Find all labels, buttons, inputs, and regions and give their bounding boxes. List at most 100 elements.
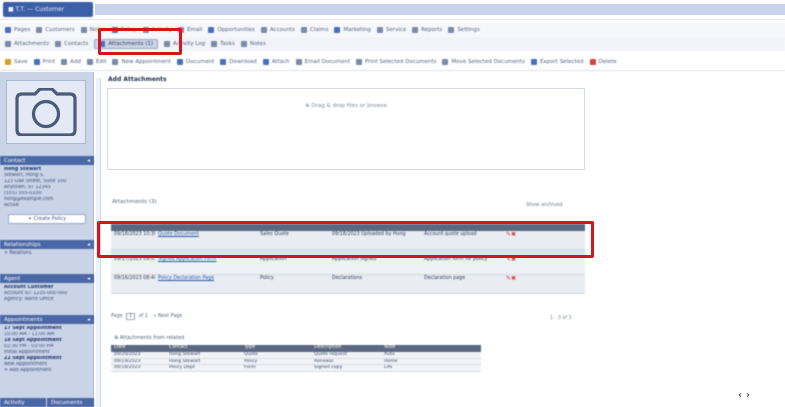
nav-reports[interactable]: Reports — [412, 27, 442, 33]
contact-photo-placeholder[interactable] — [6, 80, 86, 144]
move-selected-button[interactable]: Move Selected Documents — [442, 58, 525, 65]
sidebar-contact-section: Contact ◂ Hong Stewart Stewart, Hong S. 1… — [0, 156, 94, 227]
print-icon — [33, 58, 40, 65]
column-header[interactable]: Contact — [166, 345, 241, 352]
sidebar-relationships-section: Relationships ◂ + Relations — [0, 240, 94, 259]
move-icon — [442, 58, 449, 65]
agent-line: Agency: North Office — [4, 297, 54, 302]
next-page-button[interactable]: » Next Page — [153, 314, 182, 319]
doc-icon — [5, 27, 11, 33]
sidebar-agent-header[interactable]: Agent ◂ — [0, 274, 94, 283]
column-header[interactable]: Type — [241, 345, 311, 352]
sidebar-contact-header[interactable]: Contact ◂ — [0, 156, 94, 165]
cell: Life — [384, 365, 393, 370]
save-button[interactable]: Save — [5, 58, 28, 65]
pager-summary: 1 - 3 of 3 — [550, 316, 572, 321]
next-arrow-icon[interactable]: › — [746, 390, 754, 401]
collapse-icon[interactable]: ◂ — [87, 242, 90, 248]
doc-title-link[interactable]: Policy Declaration Page — [158, 276, 214, 281]
delete-button[interactable]: Delete — [589, 58, 617, 65]
upload-hint[interactable]: ⊕ Drag & drop files or browse — [108, 103, 584, 109]
page-number-input[interactable]: 1 — [126, 313, 136, 320]
table-row[interactable]: 09/17/2023 09:05am Signed Application Fo… — [111, 256, 585, 275]
chart-icon — [208, 27, 215, 33]
nav-pages[interactable]: Pages — [5, 27, 30, 33]
cell: 09/18/2023 — [114, 365, 141, 370]
cell: Signed copy — [314, 365, 343, 370]
create-policy-button[interactable]: + Create Policy — [8, 214, 86, 224]
print-button[interactable]: Print — [33, 58, 55, 65]
export-selected-button[interactable]: Export Selected — [530, 58, 584, 65]
cell: 09/20/2023 — [114, 352, 141, 357]
folder-icon — [376, 27, 383, 33]
title-bar: ■ T.T. — Customer — [0, 0, 785, 20]
sidebar-appointments-header[interactable]: Appointments ◂ — [0, 315, 94, 324]
note-icon — [80, 27, 87, 33]
edit-button[interactable]: Edit — [86, 58, 106, 65]
previous-arrow-icon[interactable]: ‹ — [738, 390, 746, 401]
slide-navigation: ‹› — [738, 390, 754, 401]
plus-icon — [61, 58, 68, 65]
collapse-icon[interactable]: ◂ — [87, 158, 90, 164]
nav-claims[interactable]: Claims — [300, 27, 328, 33]
nav-settings[interactable]: Settings — [448, 27, 480, 33]
edit-icon — [86, 58, 93, 65]
nav-service[interactable]: Service — [376, 27, 406, 33]
table-row[interactable]: 09/16/2023 08:40am Policy Declaration Pa… — [111, 275, 585, 294]
related-attachments-title[interactable]: ⊕ Attachments from related — [114, 335, 184, 341]
sidebar-bottom-tabs: Activity Documents — [0, 398, 94, 407]
mail-icon — [295, 58, 302, 65]
column-header[interactable]: Note — [381, 345, 481, 352]
collapse-icon[interactable]: ◂ — [87, 276, 90, 282]
doc-note: Declaration page — [424, 276, 466, 281]
nav-marketing[interactable]: Marketing — [334, 27, 371, 33]
tab-sidebar-activity[interactable]: Activity — [0, 398, 47, 407]
agent-details: Account Customer Account ID: 1235-000-00… — [0, 283, 94, 305]
save-icon — [5, 58, 11, 65]
edit-delete-icon[interactable]: ✎✖ — [503, 275, 543, 293]
relations-link[interactable]: + Relations — [0, 249, 94, 259]
window-tab[interactable]: ■ T.T. — Customer — [3, 2, 93, 17]
new-appointment-button[interactable]: New Appointment — [112, 58, 171, 65]
collapse-icon[interactable]: ◂ — [87, 317, 90, 323]
attach-button[interactable]: Attach — [262, 58, 290, 65]
upload-dropzone[interactable]: ⊕ Drag & drop files or browse — [107, 88, 585, 170]
add-button[interactable]: Add — [61, 58, 81, 65]
cell: Hong Stewart — [169, 358, 201, 364]
check-icon — [211, 41, 218, 47]
doc-description: Declarations — [332, 276, 363, 281]
related-attachments-table: Date Contact Type Description Note 09/20… — [111, 345, 481, 372]
sidebar-relationships-header[interactable]: Relationships ◂ — [0, 240, 94, 249]
tab-attachments-all[interactable]: Attachments — [5, 41, 49, 47]
delete-icon — [589, 58, 596, 65]
appointment-list: 17 Sept Appointment 10:00 AM - 11:00 AM … — [0, 324, 94, 376]
tab-tasks[interactable]: Tasks — [211, 41, 235, 47]
tab-sidebar-documents[interactable]: Documents — [47, 398, 94, 407]
doc-type: Policy — [260, 276, 274, 281]
camera-icon — [15, 88, 77, 136]
nav-opportunities[interactable]: Opportunities — [208, 27, 255, 33]
table-row[interactable]: 09/18/2023 Policy Dept Form Signed copy … — [111, 365, 481, 372]
show-archived-toggle[interactable]: Show archived — [526, 202, 563, 208]
add-appointment-link[interactable]: + Add Appointment — [4, 368, 90, 374]
download-button[interactable]: Download — [220, 58, 257, 65]
contact-line: Active — [4, 203, 19, 208]
column-header[interactable]: Date — [111, 345, 166, 352]
download-icon — [220, 58, 227, 65]
nav-customers[interactable]: Customers — [36, 27, 75, 33]
tab-notes[interactable]: Notes — [240, 41, 266, 47]
tab-contacts[interactable]: Contacts — [55, 41, 88, 47]
pagination: Page 1 of 1 » Next Page — [111, 313, 182, 320]
export-icon — [530, 58, 537, 65]
edit-delete-icon[interactable]: ✎✖ — [503, 256, 543, 274]
cell: Policy — [244, 358, 258, 364]
column-header[interactable]: Description — [311, 345, 381, 352]
document-button[interactable]: Document — [176, 58, 214, 65]
email-document-button[interactable]: Email Document — [295, 58, 350, 65]
nav-accounts[interactable]: Accounts — [260, 27, 295, 33]
highlight-first-document-row — [97, 221, 594, 258]
pager-of: of 1 — [138, 314, 148, 319]
print-selected-button[interactable]: Print Selected Documents — [356, 58, 436, 65]
people-icon — [55, 41, 62, 47]
cell: 09/19/2023 — [114, 358, 141, 364]
